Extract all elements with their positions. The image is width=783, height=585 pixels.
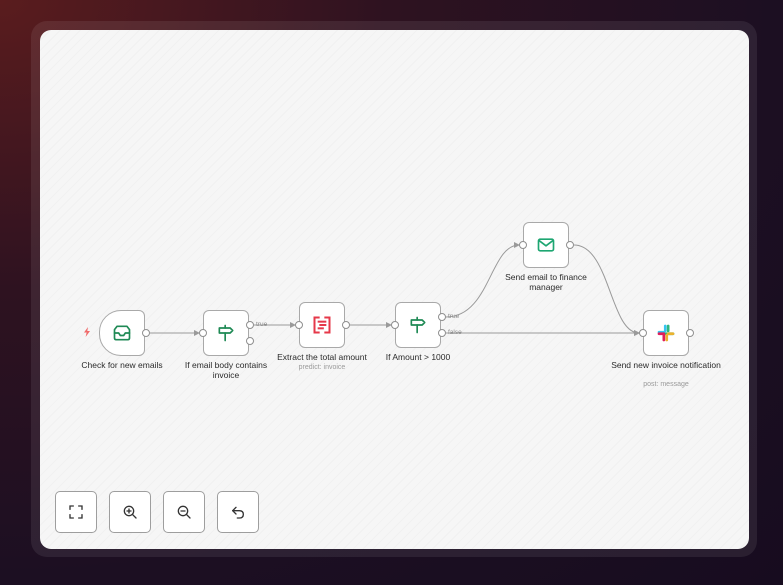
zoom-in-button[interactable]	[109, 491, 151, 533]
document-extract-icon	[313, 316, 331, 334]
node-send-invoice-notification[interactable]	[643, 310, 689, 356]
workflow-canvas[interactable]: Check for new emails true If email body …	[40, 30, 749, 549]
undo-icon	[232, 506, 244, 519]
node-check-new-emails[interactable]	[99, 310, 145, 356]
output-port[interactable]	[342, 321, 350, 329]
node-subtitle: post: message	[643, 381, 689, 388]
signpost-icon	[410, 316, 426, 334]
node-extract-total-amount[interactable]	[299, 302, 345, 348]
node-label: Send new invoice notification	[611, 360, 721, 370]
fit-view-icon	[69, 505, 83, 519]
input-port[interactable]	[639, 329, 647, 337]
node-subtitle: predict: invoice	[298, 364, 346, 371]
signpost-icon	[218, 324, 234, 342]
input-port[interactable]	[295, 321, 303, 329]
input-port[interactable]	[199, 329, 207, 337]
output-port[interactable]	[142, 329, 150, 337]
input-port[interactable]	[391, 321, 399, 329]
node-label: Extract the total amount	[277, 352, 367, 362]
undo-button[interactable]	[217, 491, 259, 533]
edge-label-false: false	[448, 329, 462, 336]
output-port-true[interactable]	[438, 313, 446, 321]
output-port-false[interactable]	[438, 329, 446, 337]
zoom-out-icon	[177, 505, 191, 519]
output-port[interactable]	[566, 241, 574, 249]
node-if-email-contains-invoice[interactable]	[203, 310, 249, 356]
fit-view-button[interactable]	[55, 491, 97, 533]
output-port[interactable]	[686, 329, 694, 337]
node-label: If email body contains invoice	[184, 360, 268, 380]
mail-icon	[537, 238, 555, 252]
node-label: If Amount > 1000	[385, 352, 451, 362]
output-port-false[interactable]	[246, 337, 254, 345]
zoom-in-icon	[123, 505, 137, 519]
zoom-out-button[interactable]	[163, 491, 205, 533]
output-port-true[interactable]	[246, 321, 254, 329]
node-label: Send email to finance manager	[505, 272, 587, 292]
node-label: Check for new emails	[81, 360, 163, 370]
node-if-amount-over-1000[interactable]	[395, 302, 441, 348]
edge-label-true: true	[256, 321, 268, 328]
edges-layer	[150, 242, 640, 336]
node-send-email-finance[interactable]	[523, 222, 569, 268]
edge-label-true: true	[448, 313, 460, 320]
slack-icon	[657, 324, 675, 342]
input-port[interactable]	[519, 241, 527, 249]
lightning-bolt-icon	[84, 327, 90, 337]
inbox-icon	[113, 325, 131, 341]
